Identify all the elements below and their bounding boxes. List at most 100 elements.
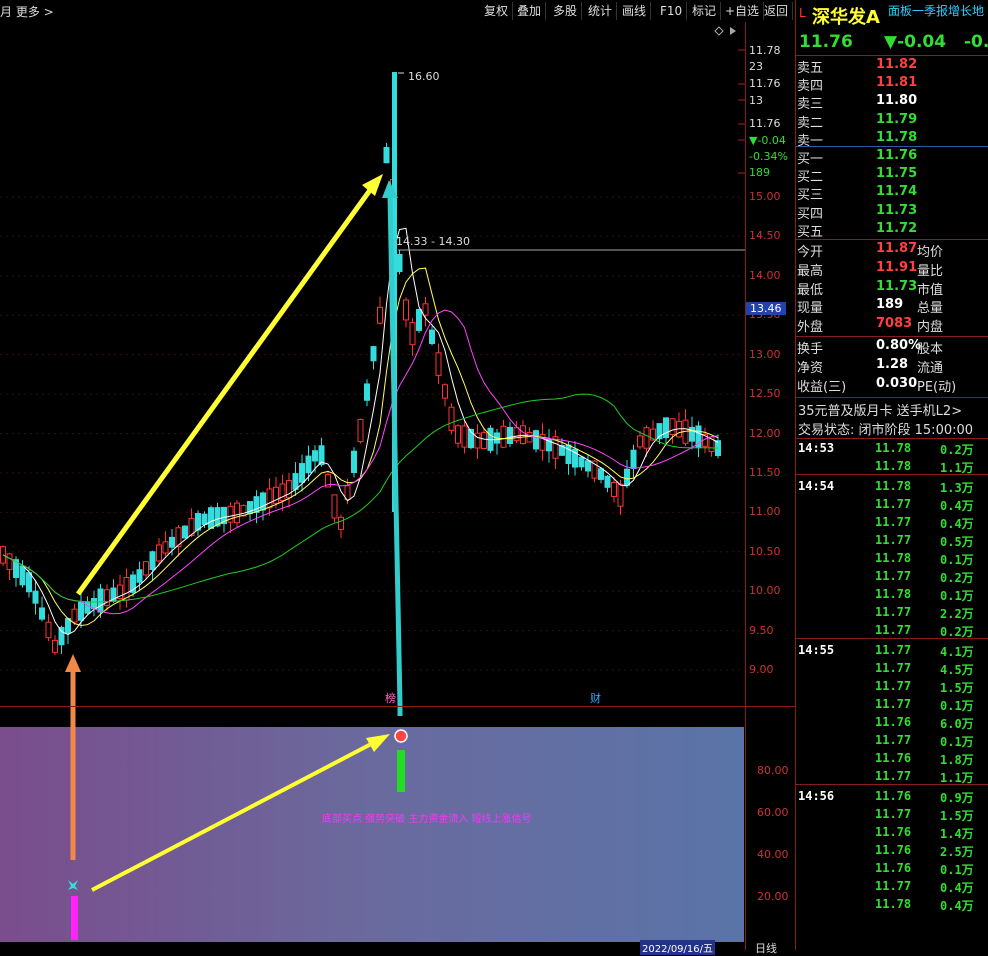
stat-row[interactable]: 今开 11.87 均价 bbox=[796, 241, 988, 260]
toolbar-button-0[interactable]: 复权 bbox=[480, 2, 514, 20]
ask-row[interactable]: 卖五 11.82 bbox=[796, 57, 988, 76]
cursor-price: 13.46 bbox=[746, 302, 786, 315]
tick-volume: 0.1万 bbox=[940, 553, 974, 567]
market-tag: L bbox=[799, 6, 806, 20]
current-date: 2022/09/16/五 bbox=[640, 940, 716, 955]
candle-body bbox=[643, 427, 650, 449]
candle-body bbox=[78, 601, 84, 621]
tick-volume: 0.2万 bbox=[940, 571, 974, 585]
toolbar-button-7[interactable]: +自选 bbox=[721, 2, 765, 20]
event-marker[interactable]: 榜 bbox=[385, 691, 396, 705]
toolbar-button-3[interactable]: 统计 bbox=[584, 2, 618, 20]
butterfly-icon bbox=[68, 880, 78, 890]
stat-label: 均价 bbox=[917, 245, 944, 260]
tick-price: 11.77 bbox=[875, 697, 912, 711]
concept-link[interactable]: 面板一季报增长地 bbox=[888, 2, 984, 19]
date-axis: 2022/09/16/五 bbox=[0, 940, 745, 955]
period-label[interactable]: 日线 bbox=[755, 940, 777, 956]
tick-price: 11.77 bbox=[875, 733, 912, 747]
bid-row[interactable]: 买三 11.74 bbox=[796, 184, 988, 204]
stat-row[interactable]: 收益(三) 0.030 PE(动) bbox=[796, 376, 988, 395]
toolbar-button-8[interactable]: 返回 bbox=[760, 2, 794, 20]
stat-row[interactable]: 换手 0.80% 股本 bbox=[796, 338, 988, 357]
bid-label: 买三 bbox=[797, 188, 824, 204]
stat-row[interactable]: 净资 1.28 流通 bbox=[796, 357, 988, 376]
candle-body bbox=[6, 553, 13, 571]
toolbar-button-2[interactable]: 多股 bbox=[549, 2, 583, 20]
promo-banner[interactable]: 35元普及版月卡 送手机L2> bbox=[796, 400, 988, 419]
signal-text: 底部买点 强势突破 主力资金流入 短线上涨信号 bbox=[322, 814, 532, 825]
ask-row[interactable]: 卖三 11.80 bbox=[796, 93, 988, 112]
stat-row[interactable]: 最低 11.73 市值 bbox=[796, 279, 988, 298]
axis-info: 11.78 bbox=[749, 44, 781, 57]
stat-row[interactable]: 外盘 7083 内盘 bbox=[796, 316, 988, 336]
candle-body bbox=[149, 551, 156, 571]
candle-body bbox=[604, 475, 611, 488]
price-tick: 12.00 bbox=[749, 426, 781, 440]
ask-row[interactable]: 卖二 11.79 bbox=[796, 112, 988, 131]
tick-price: 11.76 bbox=[875, 825, 912, 839]
candle-body bbox=[338, 516, 344, 530]
candle-body bbox=[91, 598, 97, 610]
divider bbox=[796, 784, 988, 785]
ask-row[interactable]: 卖四 11.81 bbox=[796, 75, 988, 94]
bid-price: 11.76 bbox=[876, 148, 918, 163]
toolbar-button-5[interactable]: F10 bbox=[656, 2, 688, 20]
candlestick-chart[interactable]: 16.60 14.33 - 14.30 榜 财 bbox=[0, 22, 745, 706]
candle-body bbox=[630, 449, 637, 469]
event-marker[interactable]: 财 bbox=[590, 691, 601, 705]
bid-row[interactable]: 买一 11.76 bbox=[796, 148, 988, 167]
stat-value: 0.030 bbox=[876, 376, 918, 391]
divider bbox=[796, 55, 988, 56]
candle-body bbox=[500, 425, 507, 448]
tick-row: 14:53 11.78 0.2万 bbox=[796, 441, 988, 459]
toolbar-button-4[interactable]: 画线 bbox=[618, 2, 652, 20]
price-tick: 9.00 bbox=[749, 663, 774, 676]
candle-body bbox=[143, 561, 149, 576]
candle-body bbox=[526, 432, 533, 443]
tick-volume: 4.1万 bbox=[940, 645, 974, 659]
candle-body bbox=[617, 483, 624, 507]
tick-row: 11.76 1.4万 bbox=[796, 825, 988, 843]
candle-body bbox=[448, 406, 455, 431]
stock-name[interactable]: 深华发A bbox=[812, 3, 880, 29]
stat-value: 11.91 bbox=[876, 259, 918, 275]
toolbar-button-1[interactable]: 叠加 bbox=[513, 2, 547, 20]
divider bbox=[796, 146, 988, 147]
bid-row[interactable]: 买二 11.75 bbox=[796, 166, 988, 185]
candle-body bbox=[357, 418, 364, 443]
candle-body bbox=[429, 329, 435, 344]
tick-row: 11.77 0.4万 bbox=[796, 515, 988, 533]
candle-body bbox=[585, 460, 591, 472]
candle-body bbox=[669, 418, 676, 435]
candle-body bbox=[162, 541, 169, 554]
indicator-tick: 80.00 bbox=[757, 764, 789, 777]
quote-title: L 深华发A 面板一季报增长地 bbox=[796, 2, 988, 28]
price-tick: 11.50 bbox=[749, 465, 781, 479]
tick-volume: 0.2万 bbox=[940, 443, 974, 457]
candle-body bbox=[533, 430, 539, 450]
bid-row[interactable]: 买四 11.73 bbox=[796, 203, 988, 222]
stat-label: 内盘 bbox=[917, 320, 944, 336]
tick-volume: 0.4万 bbox=[940, 517, 974, 531]
axis-info: 11.76 bbox=[749, 77, 781, 90]
stat-row[interactable]: 最高 11.91 量比 bbox=[796, 259, 988, 279]
toolbar-button-6[interactable]: 标记 bbox=[688, 2, 722, 20]
indicator-overlay: 5678 bbox=[68, 707, 505, 950]
tick-volume: 0.4万 bbox=[940, 499, 974, 513]
bid-row[interactable]: 买五 11.72 bbox=[796, 221, 988, 240]
divider bbox=[796, 438, 988, 439]
stat-value: 11.87 bbox=[876, 241, 918, 256]
tick-price: 11.77 bbox=[875, 769, 912, 783]
divider bbox=[796, 638, 988, 639]
candle-body bbox=[461, 425, 468, 448]
tick-row: 11.76 1.8万 bbox=[796, 751, 988, 769]
toolbar-more[interactable]: 月 更多 > bbox=[0, 3, 54, 20]
stat-row[interactable]: 现量 189 总量 bbox=[796, 297, 988, 316]
candle-body bbox=[422, 303, 429, 316]
stat-value: 1.28 bbox=[876, 357, 909, 372]
tick-volume: 1.8万 bbox=[940, 753, 974, 767]
candle-body bbox=[84, 601, 91, 614]
signal-bar bbox=[397, 750, 405, 792]
price-tick: 13.00 bbox=[749, 347, 781, 361]
